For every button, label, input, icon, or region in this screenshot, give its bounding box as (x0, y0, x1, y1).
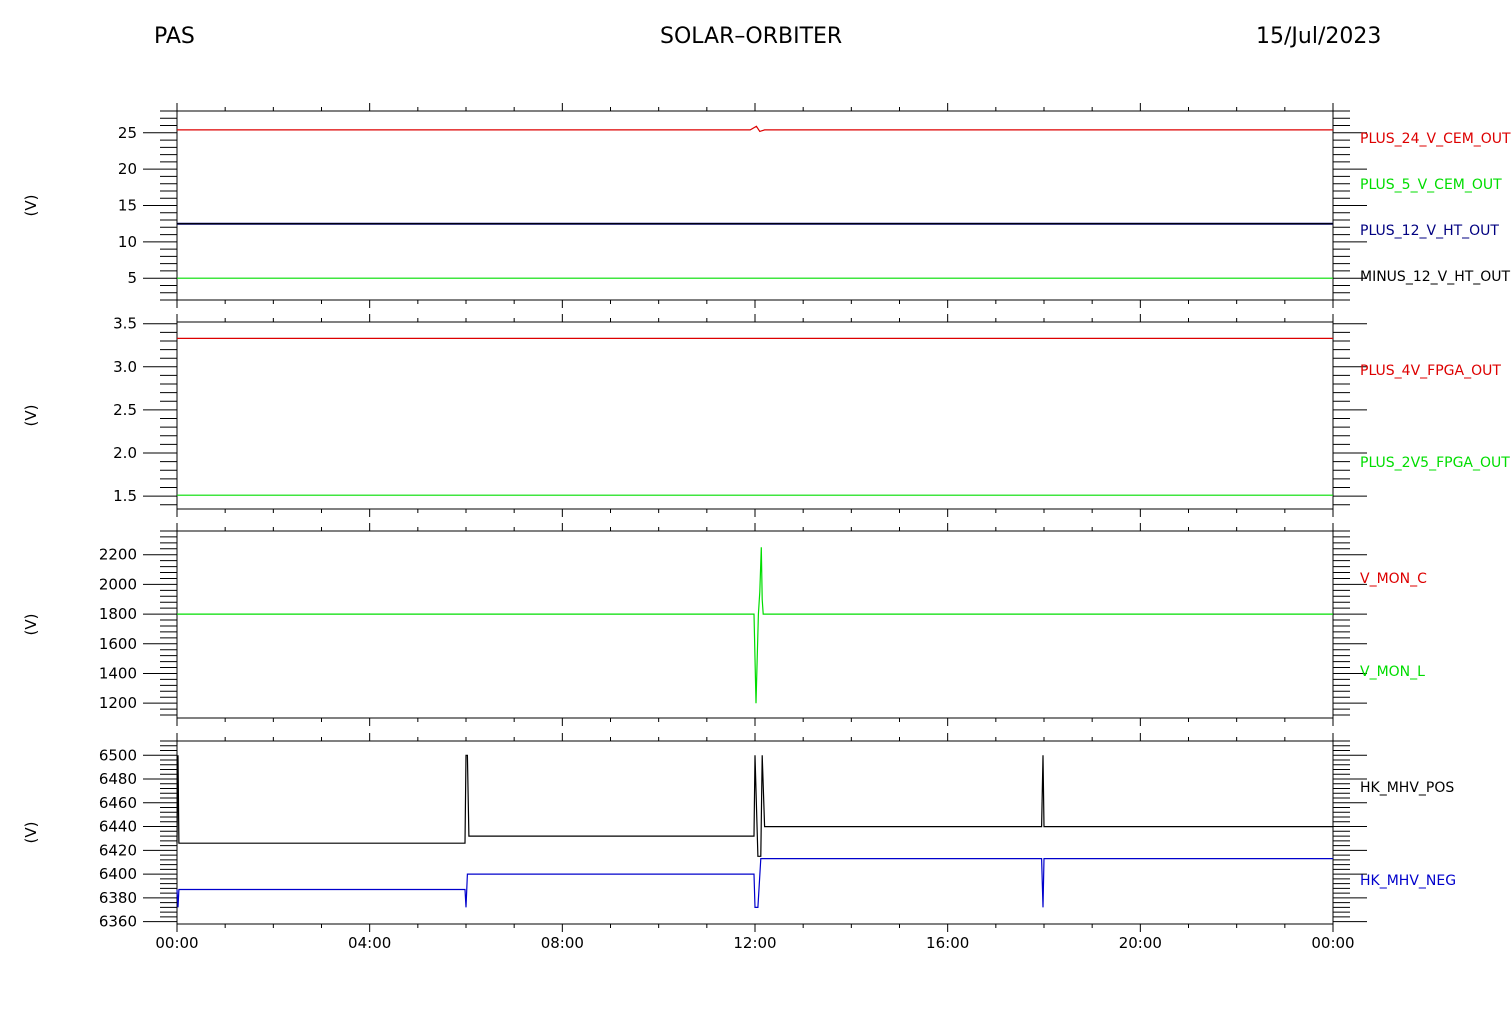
y-tick-label: 1200 (99, 694, 137, 712)
y-axis-label: (V) (22, 195, 40, 217)
y-tick-label: 1800 (99, 605, 137, 623)
y-tick-label: 6460 (99, 794, 137, 812)
panel-frame (176, 321, 1334, 510)
y-tick-label: 2.5 (113, 401, 137, 419)
legend-label: MINUS_12_V_HT_OUT (1360, 269, 1511, 285)
y-tick-label: 20 (118, 160, 137, 178)
y-tick-label: 2000 (99, 575, 137, 593)
panel-frame (176, 110, 1334, 301)
y-tick-label: 10 (118, 233, 137, 251)
legend-label: HK_MHV_NEG (1360, 873, 1456, 889)
x-tick-label: 08:00 (541, 934, 584, 952)
series-line (177, 547, 1333, 704)
x-tick-label: 16:00 (926, 934, 969, 952)
y-tick-label: 1400 (99, 664, 137, 682)
legend-label: PLUS_4V_FPGA_OUT (1360, 363, 1501, 379)
y-axis-label: (V) (22, 614, 40, 636)
y-tick-label: 25 (118, 124, 137, 142)
series-line (177, 125, 1333, 133)
y-tick-label: 6500 (99, 746, 137, 764)
y-tick-label: 6360 (99, 913, 137, 931)
y-tick-label: 15 (118, 197, 137, 215)
legend-label: V_MON_C (1360, 571, 1427, 587)
legend-label: HK_MHV_POS (1360, 780, 1454, 796)
y-tick-label: 2.0 (113, 444, 137, 462)
housekeeping-chart: 5 10 15 20 25 (V) PLUS_24_V_CEM_OUT PLUS_5_V_CE… (22, 103, 1511, 952)
x-tick-label: 20:00 (1119, 934, 1162, 952)
legend-label: V_MON_L (1360, 664, 1425, 680)
x-tick-label: 00:00 (155, 934, 198, 952)
legend-label: PLUS_5_V_CEM_OUT (1360, 177, 1502, 193)
y-tick-label: 6380 (99, 889, 137, 907)
y-tick-label: 5 (127, 269, 137, 287)
y-tick-label: 3.5 (113, 315, 137, 333)
y-tick-label: 3.0 (113, 358, 137, 376)
y-tick-label: 6400 (99, 865, 137, 883)
legend-label: PLUS_2V5_FPGA_OUT (1360, 455, 1510, 471)
y-tick-label: 1600 (99, 635, 137, 653)
x-tick-label: 12:00 (733, 934, 776, 952)
legend-label: PLUS_12_V_HT_OUT (1360, 223, 1499, 239)
y-tick-label: 1.5 (113, 487, 137, 505)
y-axis-label: (V) (22, 405, 40, 427)
y-tick-label: 6480 (99, 770, 137, 788)
x-tick-label: 04:00 (348, 934, 391, 952)
panel-frame (176, 530, 1334, 719)
legend-label: PLUS_24_V_CEM_OUT (1360, 131, 1511, 147)
y-tick-label: 6440 (99, 818, 137, 836)
y-tick-label: 6420 (99, 841, 137, 859)
x-tick-label: 00:00 (1311, 934, 1354, 952)
y-tick-label: 2200 (99, 546, 137, 564)
y-axis-label: (V) (22, 822, 40, 844)
series-line (176, 754, 1333, 857)
series-line (176, 857, 1333, 909)
